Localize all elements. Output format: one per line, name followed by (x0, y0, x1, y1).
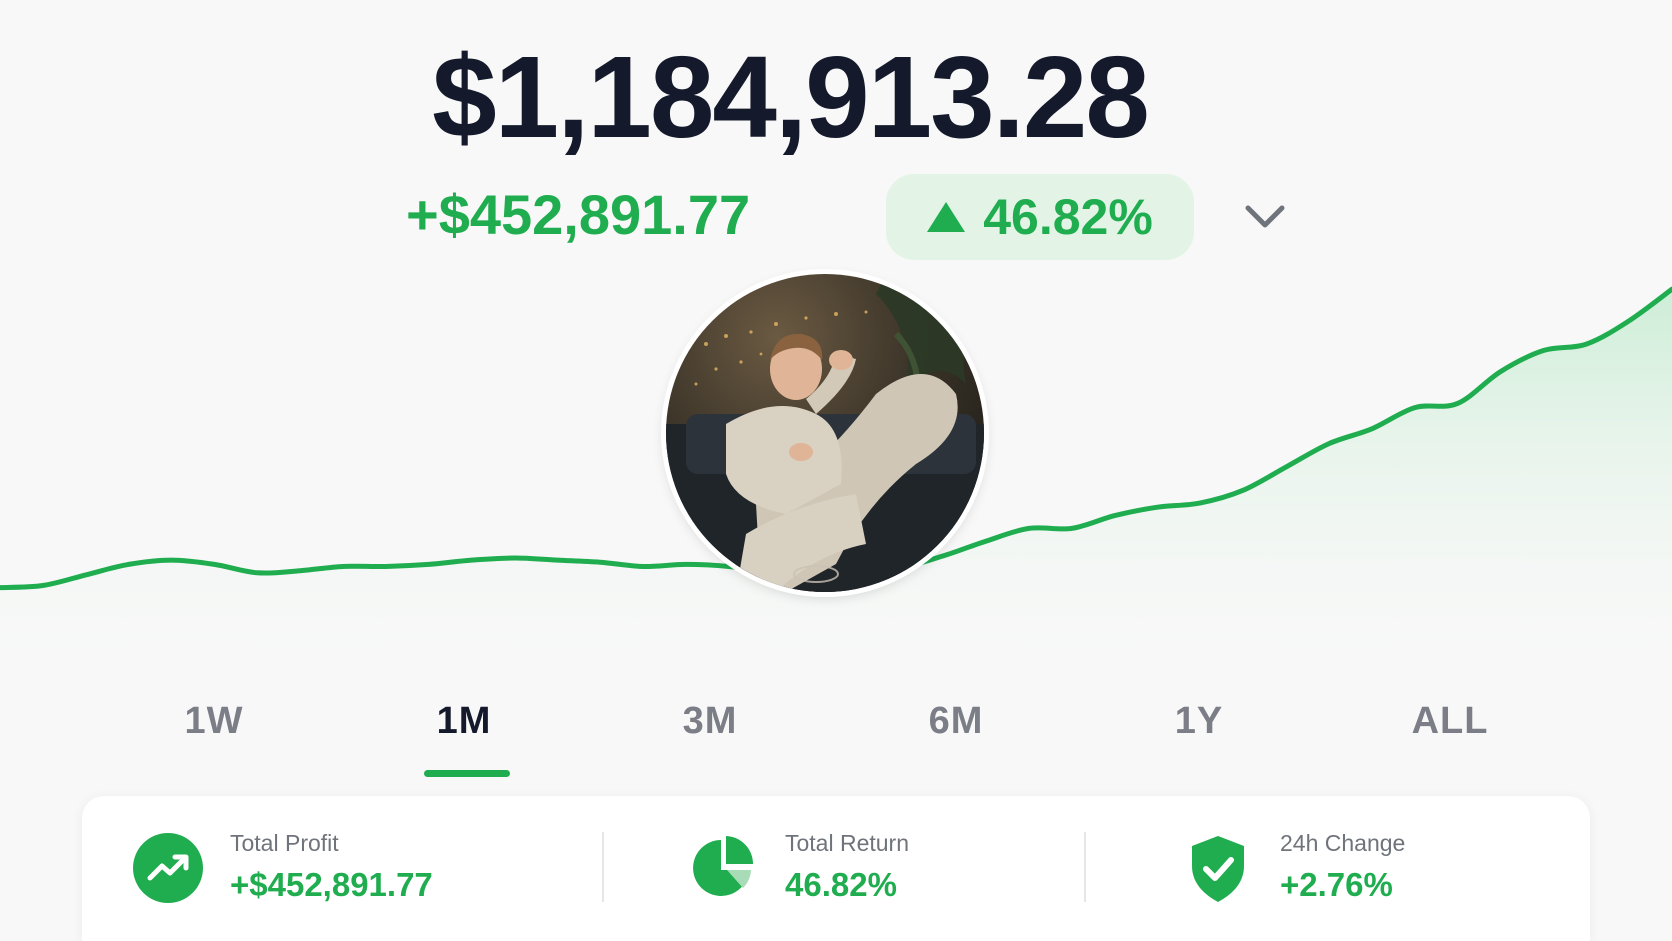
avatar-photo (666, 274, 984, 592)
active-tab-indicator (424, 770, 510, 777)
time-range-tabs: 1W 1M 3M 6M 1Y ALL (0, 700, 1672, 780)
profit-row: +$452,891.77 46.82% (0, 172, 1672, 262)
stat-label: 24h Change (1280, 830, 1406, 856)
triangle-up-icon (927, 202, 966, 232)
stat-value: +2.76% (1280, 866, 1393, 903)
divider (1084, 832, 1086, 902)
tab-3m[interactable]: 3M (630, 700, 790, 743)
stat-label: Total Return (785, 830, 910, 856)
divider (602, 832, 604, 902)
trending-up-icon (133, 833, 203, 903)
portfolio-screen: $1,184,913.28 +$452,891.77 46.82% 1W 1M … (0, 0, 1672, 941)
tab-all[interactable]: ALL (1370, 700, 1530, 743)
tab-1w[interactable]: 1W (134, 700, 294, 743)
stat-value: 46.82% (785, 866, 897, 903)
tab-1m[interactable]: 1M (384, 700, 544, 743)
stat-value: +$452,891.77 (230, 866, 433, 903)
stats-card: Total Profit +$452,891.77 Total Return 4… (82, 796, 1590, 941)
stat-label: Total Profit (230, 830, 339, 856)
profit-amount: +$452,891.77 (406, 183, 751, 246)
percent-change-badge: 46.82% (886, 174, 1194, 260)
avatar[interactable] (666, 274, 984, 592)
percent-change-value: 46.82% (983, 189, 1153, 245)
shield-check-icon (1192, 836, 1244, 902)
tab-1y[interactable]: 1Y (1119, 700, 1279, 743)
tab-6m[interactable]: 6M (876, 700, 1036, 743)
chevron-down-icon[interactable] (1240, 192, 1290, 242)
pie-chart-icon (693, 836, 753, 896)
portfolio-balance: $1,184,913.28 (432, 32, 1150, 162)
